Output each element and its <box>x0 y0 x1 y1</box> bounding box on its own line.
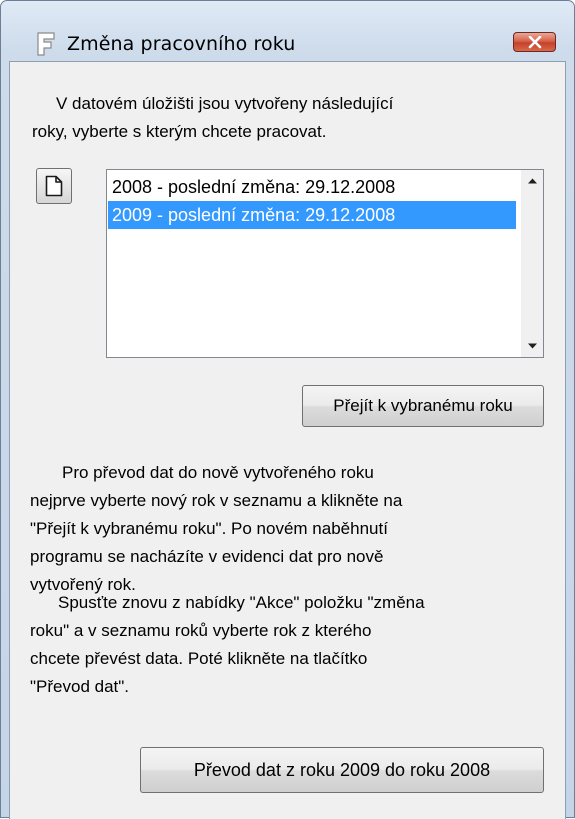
instruction-line: "Přejít k vybranému roku". Po novém nabě… <box>30 519 388 538</box>
instruction-line: chcete převést data. Poté klikněte na tl… <box>30 649 368 668</box>
scroll-down-button[interactable] <box>521 335 543 357</box>
dialog-window: Změna pracovního roku V datovém úložišti… <box>0 0 575 819</box>
intro-line-2: roky, vyberte s kterým chcete pracovat. <box>32 122 327 141</box>
goto-year-button[interactable]: Přejít k vybranému roku <box>302 385 544 427</box>
list-item-2008[interactable]: 2008 - poslední změna: 29.12.2008 <box>108 173 516 201</box>
title-bar[interactable]: Změna pracovního roku <box>1 1 574 59</box>
scroll-up-button[interactable] <box>521 170 543 192</box>
intro-text: V datovém úložišti jsou vytvořeny násled… <box>32 90 502 146</box>
new-year-button[interactable] <box>36 168 72 204</box>
instruction-line: roku" a v seznamu roků vyberte rok z kte… <box>30 621 372 640</box>
list-item-label: 2008 - poslední změna: 29.12.2008 <box>112 177 396 197</box>
new-document-icon <box>45 175 63 197</box>
list-item-label: 2009 - poslední změna: 29.12.2008 <box>112 205 396 225</box>
window-title: Změna pracovního roku <box>67 33 296 55</box>
letter-f-icon <box>35 31 57 57</box>
scroll-up-arrow-icon <box>528 178 537 184</box>
vertical-scrollbar[interactable] <box>521 170 543 357</box>
instruction-line: programu se nacházíte v evidenci dat pro… <box>30 547 384 566</box>
close-button[interactable] <box>513 32 556 52</box>
dialog-body: V datovém úložišti jsou vytvořeny násled… <box>9 61 566 819</box>
years-listbox[interactable]: 2008 - poslední změna: 29.12.2008 2009 -… <box>106 169 544 358</box>
instructions-paragraph-2: Spusťte znovu z nabídky "Akce" položku "… <box>30 589 550 701</box>
instruction-line: Spusťte znovu z nabídky "Akce" položku "… <box>58 593 425 612</box>
instruction-line: Pro převod dat do nově vytvořeného roku <box>62 463 374 482</box>
transfer-data-button[interactable]: Převod dat z roku 2009 do roku 2008 <box>140 747 544 793</box>
scroll-down-arrow-icon <box>528 343 537 349</box>
instruction-line: "Převod dat". <box>30 677 130 696</box>
instructions-paragraph-1: Pro převod dat do nově vytvořeného roku … <box>30 459 550 599</box>
intro-line-1: V datovém úložišti jsou vytvořeny násled… <box>56 94 394 113</box>
instruction-line: nejprve vyberte nový rok v seznamu a kli… <box>30 491 403 510</box>
list-item-2009[interactable]: 2009 - poslední změna: 29.12.2008 <box>108 201 516 229</box>
close-icon <box>528 36 542 49</box>
